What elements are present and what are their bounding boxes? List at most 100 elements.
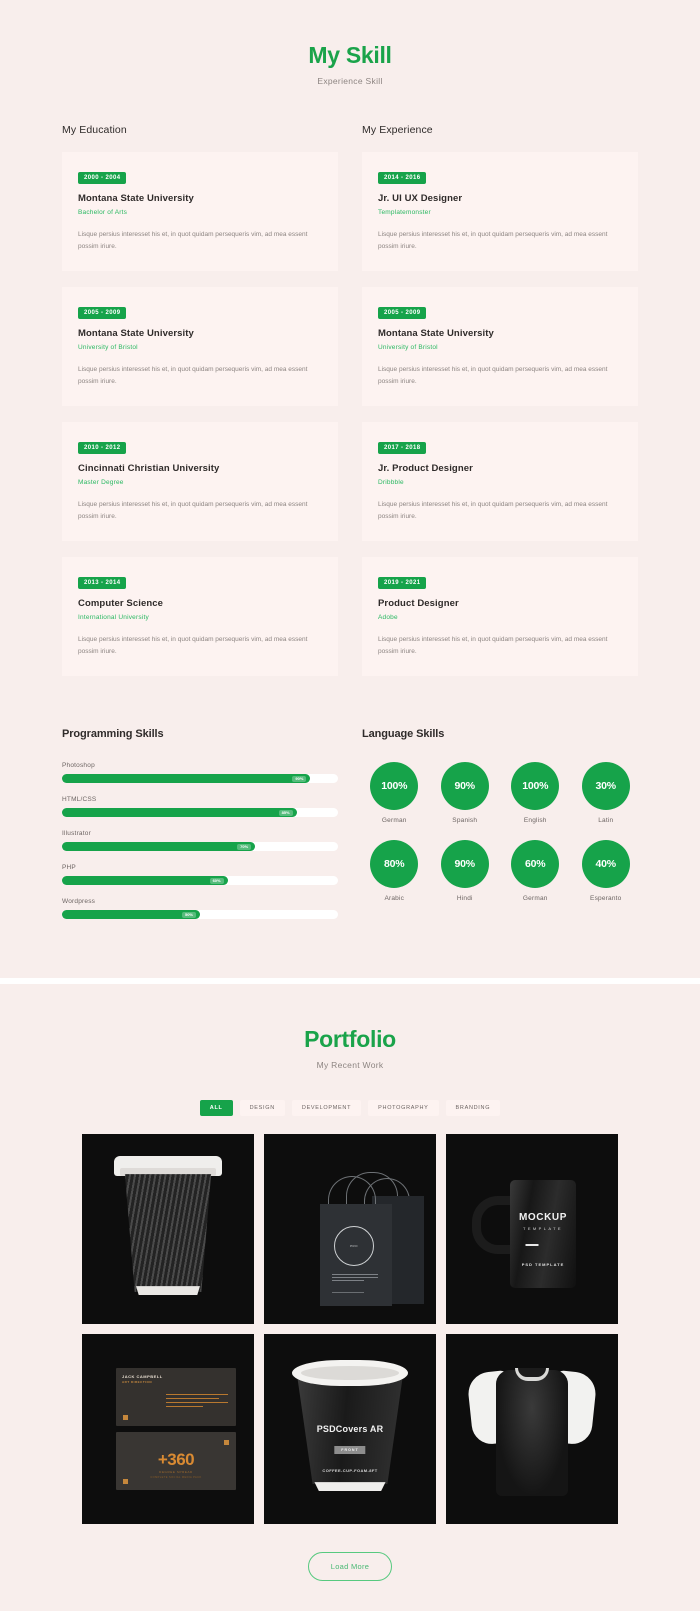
skill-bar-track: 85% bbox=[62, 808, 338, 818]
load-more-container: Load More bbox=[0, 1524, 700, 1611]
portfolio-item-mug[interactable]: MOCKUP TEMPLATE PSD TEMPLATE bbox=[446, 1134, 618, 1325]
education-card[interactable]: 2000 - 2004 Montana State University Bac… bbox=[62, 152, 338, 272]
card-title: Montana State University bbox=[378, 328, 494, 340]
card-date-badge: 2010 - 2012 bbox=[78, 442, 127, 455]
language-skill-item: 100% English bbox=[503, 762, 568, 824]
language-skills-heading: Language Skills bbox=[362, 728, 445, 741]
education-heading: My Education bbox=[62, 124, 127, 136]
skill-bar-percent: 85% bbox=[278, 809, 293, 816]
portfolio-item-ripple-coffee-cup[interactable] bbox=[82, 1134, 254, 1325]
portfolio-item-shopping-bag[interactable]: PRO bbox=[264, 1134, 436, 1325]
card-date-badge: 2005 - 2009 bbox=[78, 307, 127, 320]
skill-bar-percent: 90% bbox=[292, 775, 307, 782]
load-more-button[interactable]: Load More bbox=[307, 1552, 393, 1582]
card-date-badge: 2017 - 2018 bbox=[378, 442, 427, 455]
language-percent-circle: 60% bbox=[511, 840, 560, 889]
skill-bar-row: HTML/CSS 85% bbox=[62, 796, 338, 818]
experience-card[interactable]: 2019 - 2021 Product Designer Adobe Lisqu… bbox=[362, 557, 638, 677]
filter-branding[interactable]: BRANDING bbox=[445, 1100, 501, 1117]
experience-card[interactable]: 2017 - 2018 Jr. Product Designer Dribbbl… bbox=[362, 422, 638, 542]
skill-bar-label: HTML/CSS bbox=[62, 796, 97, 804]
language-name: German bbox=[381, 817, 407, 825]
experience-heading: My Experience bbox=[362, 124, 433, 136]
language-percent-circle: 30% bbox=[581, 762, 630, 811]
portfolio-grid: PRO MOCKUP TEMPLATE PSD TEMPLATE JACK CA… bbox=[0, 1116, 700, 1525]
portfolio-title: Portfolio bbox=[304, 1026, 396, 1053]
card-title: Montana State University bbox=[78, 328, 194, 340]
education-card[interactable]: 2013 - 2014 Computer Science Internation… bbox=[62, 557, 338, 677]
portfolio-item-tshirt[interactable] bbox=[446, 1334, 618, 1525]
card-title: Jr. UI UX Designer bbox=[378, 193, 463, 204]
skill-section: My Skill Experience Skill My Education 2… bbox=[0, 0, 700, 979]
skill-section-header: My Skill Experience Skill bbox=[0, 0, 700, 86]
card-description: Lisque persius interesset his et, in quo… bbox=[78, 366, 308, 386]
language-skill-item: 40% Esperanto bbox=[574, 840, 639, 902]
education-card[interactable]: 2010 - 2012 Cincinnati Christian Univers… bbox=[62, 422, 338, 542]
education-card[interactable]: 2005 - 2009 Montana State University Uni… bbox=[62, 287, 338, 407]
mug-title-text: MOCKUP bbox=[518, 1212, 568, 1224]
language-skill-item: 60% German bbox=[503, 840, 568, 902]
portfolio-section: Portfolio My Recent Work ALL DESIGN DEVE… bbox=[0, 984, 700, 1611]
skill-bar-label: Wordpress bbox=[62, 898, 96, 906]
skill-bar-track: 70% bbox=[62, 842, 338, 852]
skill-bar-row: PHP 60% bbox=[62, 864, 338, 886]
filter-design[interactable]: DESIGN bbox=[239, 1100, 285, 1117]
language-name: English bbox=[523, 817, 547, 825]
skill-bar-track: 60% bbox=[62, 876, 338, 886]
language-percent-circle: 100% bbox=[370, 762, 419, 811]
business-card-sub-text-2: COMPLETE SOCIAL MEDIA PACK bbox=[150, 1476, 202, 1480]
filter-development[interactable]: DEVELOPMENT bbox=[291, 1100, 362, 1117]
card-description: Lisque persius interesset his et, in quo… bbox=[378, 501, 608, 521]
skill-bar-fill: 60% bbox=[62, 876, 228, 886]
card-organization: University of Bristol bbox=[78, 344, 138, 352]
experience-card[interactable]: 2005 - 2009 Montana State University Uni… bbox=[362, 287, 638, 407]
foam-cup-code-text: COFFEE-CUP-FOAM-8FT bbox=[322, 1468, 378, 1474]
language-name: Hindi bbox=[456, 895, 473, 903]
programming-skills-heading: Programming Skills bbox=[62, 728, 164, 741]
filter-photography[interactable]: PHOTOGRAPHY bbox=[368, 1100, 439, 1117]
language-percent-circle: 90% bbox=[440, 762, 489, 811]
card-organization: University of Bristol bbox=[378, 344, 438, 352]
card-date-badge: 2019 - 2021 bbox=[378, 577, 427, 590]
card-date-badge: 2005 - 2009 bbox=[378, 307, 427, 320]
card-description: Lisque persius interesset his et, in quo… bbox=[378, 366, 608, 386]
skills-columns: Programming Skills Photoshop 90% HTML/CS… bbox=[0, 692, 700, 978]
language-skill-item: 30% Latin bbox=[574, 762, 639, 824]
language-percent-circle: 90% bbox=[440, 840, 489, 889]
card-description: Lisque persius interesset his et, in quo… bbox=[378, 231, 608, 251]
skill-bar-percent: 50% bbox=[181, 911, 196, 918]
portfolio-subtitle: My Recent Work bbox=[316, 1060, 384, 1071]
education-column: My Education 2000 - 2004 Montana State U… bbox=[62, 124, 338, 692]
skill-bar-percent: 70% bbox=[237, 843, 252, 850]
card-description: Lisque persius interesset his et, in quo… bbox=[78, 501, 308, 521]
language-skills-panel: Language Skills 100% German 90% Spanish … bbox=[362, 728, 638, 932]
mug-image: MOCKUP TEMPLATE PSD TEMPLATE bbox=[446, 1134, 618, 1324]
card-date-badge: 2013 - 2014 bbox=[78, 577, 127, 590]
language-skill-item: 90% Spanish bbox=[433, 762, 498, 824]
card-description: Lisque persius interesset his et, in quo… bbox=[378, 636, 608, 656]
skill-bar-track: 90% bbox=[62, 774, 338, 784]
shopping-bag-image: PRO bbox=[264, 1134, 436, 1324]
portfolio-item-business-card[interactable]: JACK CAMPBELL ART DIRECTION +360 DEGREE … bbox=[82, 1334, 254, 1525]
card-title: Jr. Product Designer bbox=[378, 463, 473, 475]
skill-bar-label: PHP bbox=[62, 864, 76, 872]
language-name: Arabic bbox=[384, 895, 405, 903]
experience-card[interactable]: 2014 - 2016 Jr. UI UX Designer Templatem… bbox=[362, 152, 638, 272]
programming-skills-panel: Programming Skills Photoshop 90% HTML/CS… bbox=[62, 728, 338, 932]
filter-all[interactable]: ALL bbox=[199, 1100, 233, 1117]
card-title: Montana State University bbox=[78, 193, 194, 204]
skill-bar-fill: 85% bbox=[62, 808, 297, 818]
foam-cup-brand-text: PSDCovers AR bbox=[316, 1424, 384, 1435]
page-title: My Skill bbox=[308, 42, 392, 68]
card-title: Product Designer bbox=[378, 598, 459, 610]
language-percent-circle: 80% bbox=[370, 840, 419, 889]
portfolio-item-foam-cup[interactable]: PSDCovers AR FRONT COFFEE-CUP-FOAM-8FT bbox=[264, 1334, 436, 1525]
tshirt-image bbox=[446, 1334, 618, 1524]
language-percent-circle: 40% bbox=[581, 840, 630, 889]
skill-bar-label: Photoshop bbox=[62, 762, 95, 770]
language-name: Esperanto bbox=[590, 895, 622, 903]
language-skills-grid: 100% German 90% Spanish 100% English 30%… bbox=[362, 762, 638, 902]
bag-ring-text: PRO bbox=[350, 1244, 358, 1249]
card-date-badge: 2000 - 2004 bbox=[78, 172, 127, 184]
skill-bar-fill: 70% bbox=[62, 842, 256, 852]
